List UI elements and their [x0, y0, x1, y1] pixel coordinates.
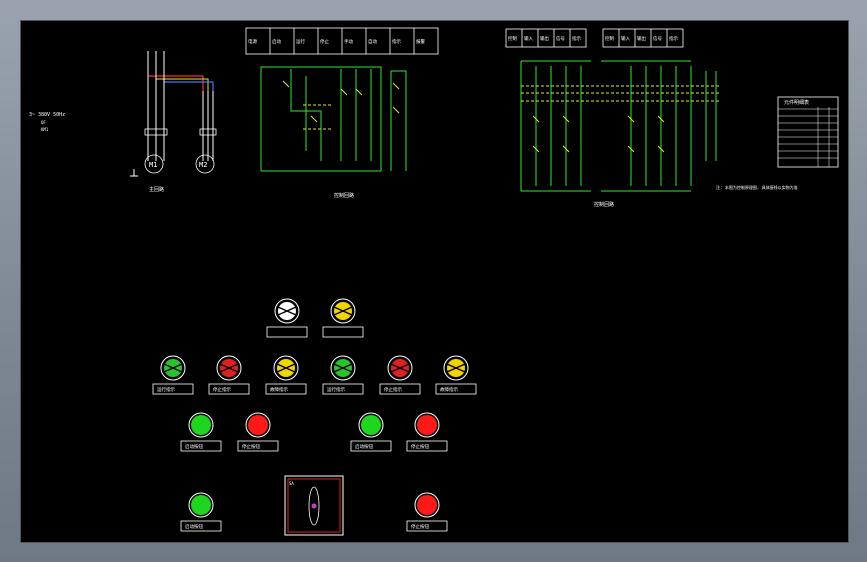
plc-header-left-cell: 控制: [508, 35, 517, 42]
control-header-cell: 电源: [248, 38, 257, 45]
sub-label-2: KM1: [41, 127, 49, 132]
stop-button-bottom-label: 停止按钮: [411, 523, 429, 530]
indicator-lamp-label: 停止指示: [213, 386, 231, 393]
indicator-lamp: 故障指示: [435, 355, 477, 395]
stop-button-label: 停止按钮: [411, 443, 429, 450]
plc-caption: 控制回路: [594, 201, 614, 208]
start-button-bottom[interactable]: 启动按钮: [180, 492, 222, 532]
start-button[interactable]: 启动按钮: [180, 412, 222, 452]
indicator-lamp: 运行指示: [152, 355, 194, 395]
cad-drawing: 3~ 380V 50Hz QF KM1 M1 M2 主回路 电源 启动 运行 停止 手动…: [29, 27, 839, 536]
indicator-lamp-label: 故障指示: [270, 386, 288, 393]
stop-button-label: 停止按钮: [242, 443, 260, 450]
indicator-lamp-top: [266, 298, 308, 338]
plc-header-left: 控制 输入 输出 信号 指示: [505, 28, 587, 48]
drawing-canvas: 3~ 380V 50Hz QF KM1 M1 M2 主回路 电源 启动 运行 停止 手动…: [20, 20, 849, 543]
start-button[interactable]: 启动按钮: [350, 412, 392, 452]
plc-circuit: 控制 输入 输出 信号 指示 控制 输入 输出 信号 指示 控制回路 注: 本图为控制原理图, …: [505, 28, 798, 208]
plc-header-right-cell: 信号: [653, 35, 662, 42]
control-caption: 控制回路: [334, 192, 354, 199]
start-button-bottom-label: 启动按钮: [185, 523, 203, 530]
plc-header-right-cell: 控制: [605, 35, 614, 42]
operator-panel: 运行指示 停止指示 故障指示 运行指示 停止指示 故障指示启动按钮 停止按钮 启动按钮 停止按钮…: [152, 298, 477, 532]
plc-header-right-cell: 指示: [669, 35, 678, 42]
power-label: 3~ 380V 50Hz: [29, 112, 65, 118]
start-button-label: 启动按钮: [355, 443, 373, 450]
sub-label-1: QF: [41, 120, 46, 125]
indicator-lamp-label: 停止指示: [384, 386, 402, 393]
control-header-cell: 运行: [296, 38, 305, 45]
control-header-cell: 启动: [272, 38, 281, 45]
parts-table: 元件明细表: [777, 96, 839, 168]
plc-note: 注: 本图为控制原理图, 具体接线以实物为准: [716, 184, 798, 190]
plc-header-left-cell: 输出: [540, 35, 549, 42]
stop-button[interactable]: 停止按钮: [406, 412, 448, 452]
control-circuit: 电源 启动 运行 停止 手动 自动 指示 报警 控制回路: [245, 27, 439, 199]
control-header-cell: 停止: [320, 38, 329, 45]
indicator-lamp-label: 运行指示: [327, 386, 345, 393]
control-header-cell: 报警: [416, 38, 425, 45]
indicator-lamp: 故障指示: [265, 355, 307, 395]
selector-knob-icon: [311, 503, 317, 509]
control-header-cell: 自动: [368, 38, 377, 45]
plc-header-left-cell: 指示: [572, 35, 581, 42]
indicator-lamp: 运行指示: [322, 355, 364, 395]
control-header-table: 电源 启动 运行 停止 手动 自动 指示 报警: [245, 27, 439, 55]
main-circuit-caption: 主回路: [149, 186, 164, 193]
stop-button[interactable]: 停止按钮: [237, 412, 279, 452]
plc-header-right-cell: 输入: [621, 35, 630, 42]
start-button-label: 启动按钮: [185, 443, 203, 450]
stop-button-bottom[interactable]: 停止按钮: [406, 492, 448, 532]
selector-label: SA: [289, 481, 294, 486]
motor-m1-label: M1: [149, 161, 157, 169]
selector-switch[interactable]: SA: [284, 475, 344, 536]
indicator-lamp-label: 故障指示: [440, 386, 458, 393]
indicator-lamp-label: 运行指示: [157, 386, 175, 393]
control-header-cell: 指示: [392, 38, 401, 45]
plc-header-left-cell: 输入: [524, 35, 533, 42]
indicator-lamp: 停止指示: [208, 355, 250, 395]
indicator-lamp: 停止指示: [379, 355, 421, 395]
plc-header-left-cell: 信号: [556, 35, 565, 42]
control-header-cell: 手动: [344, 38, 353, 45]
plc-header-right: 控制 输入 输出 信号 指示: [602, 28, 684, 48]
parts-table-title: 元件明细表: [784, 99, 809, 106]
indicator-lamp-top: [322, 298, 364, 338]
main-circuit: 3~ 380V 50Hz QF KM1 M1 M2 主回路: [29, 51, 217, 193]
plc-header-right-cell: 输出: [637, 35, 646, 42]
motor-m2-label: M2: [199, 161, 207, 169]
